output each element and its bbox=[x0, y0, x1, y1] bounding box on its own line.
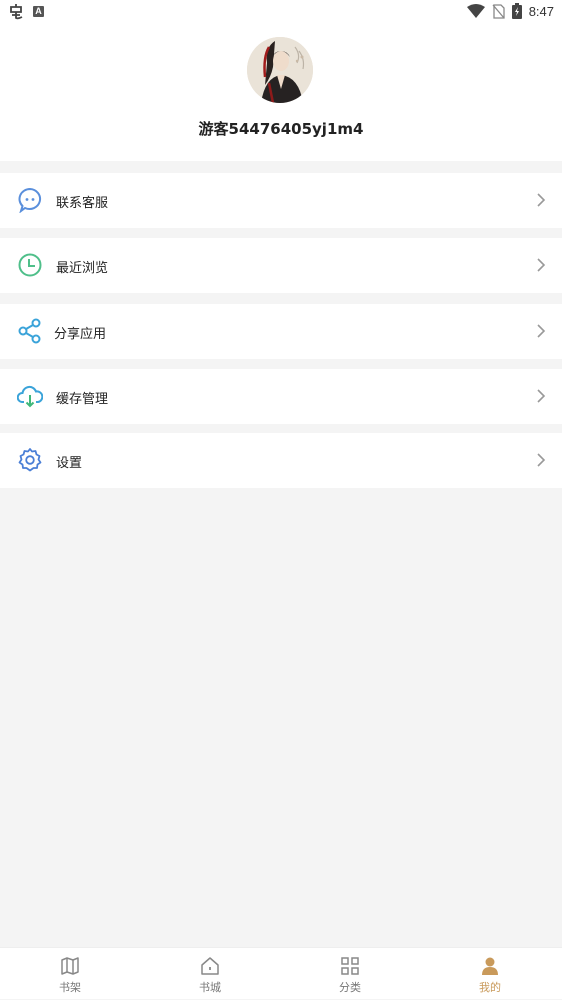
wifi-icon bbox=[466, 4, 485, 18]
chevron-right-icon bbox=[537, 324, 546, 338]
menu-item-settings[interactable]: 设置 bbox=[0, 433, 562, 488]
menu-label: 联系客服 bbox=[56, 196, 109, 211]
menu-item-cache-management[interactable]: 缓存管理 bbox=[0, 369, 562, 424]
status-bar: A 8:47 bbox=[0, 0, 562, 24]
nav-label: 书城 bbox=[199, 981, 221, 994]
gear-icon bbox=[18, 448, 42, 472]
nav-bookstore[interactable]: 书城 bbox=[140, 948, 280, 1000]
menu-label: 缓存管理 bbox=[56, 392, 109, 407]
menu-item-share-app[interactable]: 分享应用 bbox=[0, 304, 562, 359]
profile-header: 游客54476405yj1m4 bbox=[0, 24, 562, 161]
user-icon bbox=[482, 957, 498, 975]
avatar-illustration bbox=[247, 37, 313, 103]
avatar[interactable] bbox=[247, 37, 313, 103]
share-icon bbox=[18, 318, 41, 344]
menu-label: 分享应用 bbox=[54, 327, 107, 342]
accessibility-badge: A bbox=[33, 6, 44, 17]
nav-label: 书架 bbox=[59, 981, 81, 994]
cloud-download-icon bbox=[17, 385, 43, 408]
nav-category[interactable]: 分类 bbox=[280, 948, 420, 1000]
nav-mine[interactable]: 我的 bbox=[420, 948, 560, 1000]
username: 游客54476405yj1m4 bbox=[198, 120, 364, 138]
status-left: A bbox=[8, 3, 44, 20]
bug-icon bbox=[10, 4, 23, 20]
menu-label: 设置 bbox=[56, 456, 83, 471]
bottom-nav: 书架 书城 分类 我的 bbox=[0, 947, 562, 999]
battery-icon bbox=[511, 3, 522, 19]
nav-label: 分类 bbox=[339, 981, 361, 994]
category-grid-icon bbox=[341, 957, 359, 975]
status-right: 8:47 bbox=[466, 3, 554, 19]
home-icon bbox=[201, 957, 219, 975]
clock-icon bbox=[18, 253, 42, 277]
chevron-right-icon bbox=[537, 258, 546, 272]
chevron-right-icon bbox=[537, 193, 546, 207]
menu-item-contact-service[interactable]: 联系客服 bbox=[0, 173, 562, 228]
bookshelf-icon bbox=[61, 957, 79, 975]
chevron-right-icon bbox=[537, 389, 546, 403]
status-time: 8:47 bbox=[528, 3, 554, 19]
chat-bubble-icon bbox=[18, 187, 42, 213]
menu-label: 最近浏览 bbox=[56, 261, 109, 276]
no-sim-icon bbox=[492, 3, 505, 19]
menu-item-recent-browsing[interactable]: 最近浏览 bbox=[0, 238, 562, 293]
nav-bookshelf[interactable]: 书架 bbox=[0, 948, 140, 1000]
chevron-right-icon bbox=[537, 453, 546, 467]
nav-label: 我的 bbox=[479, 981, 501, 994]
